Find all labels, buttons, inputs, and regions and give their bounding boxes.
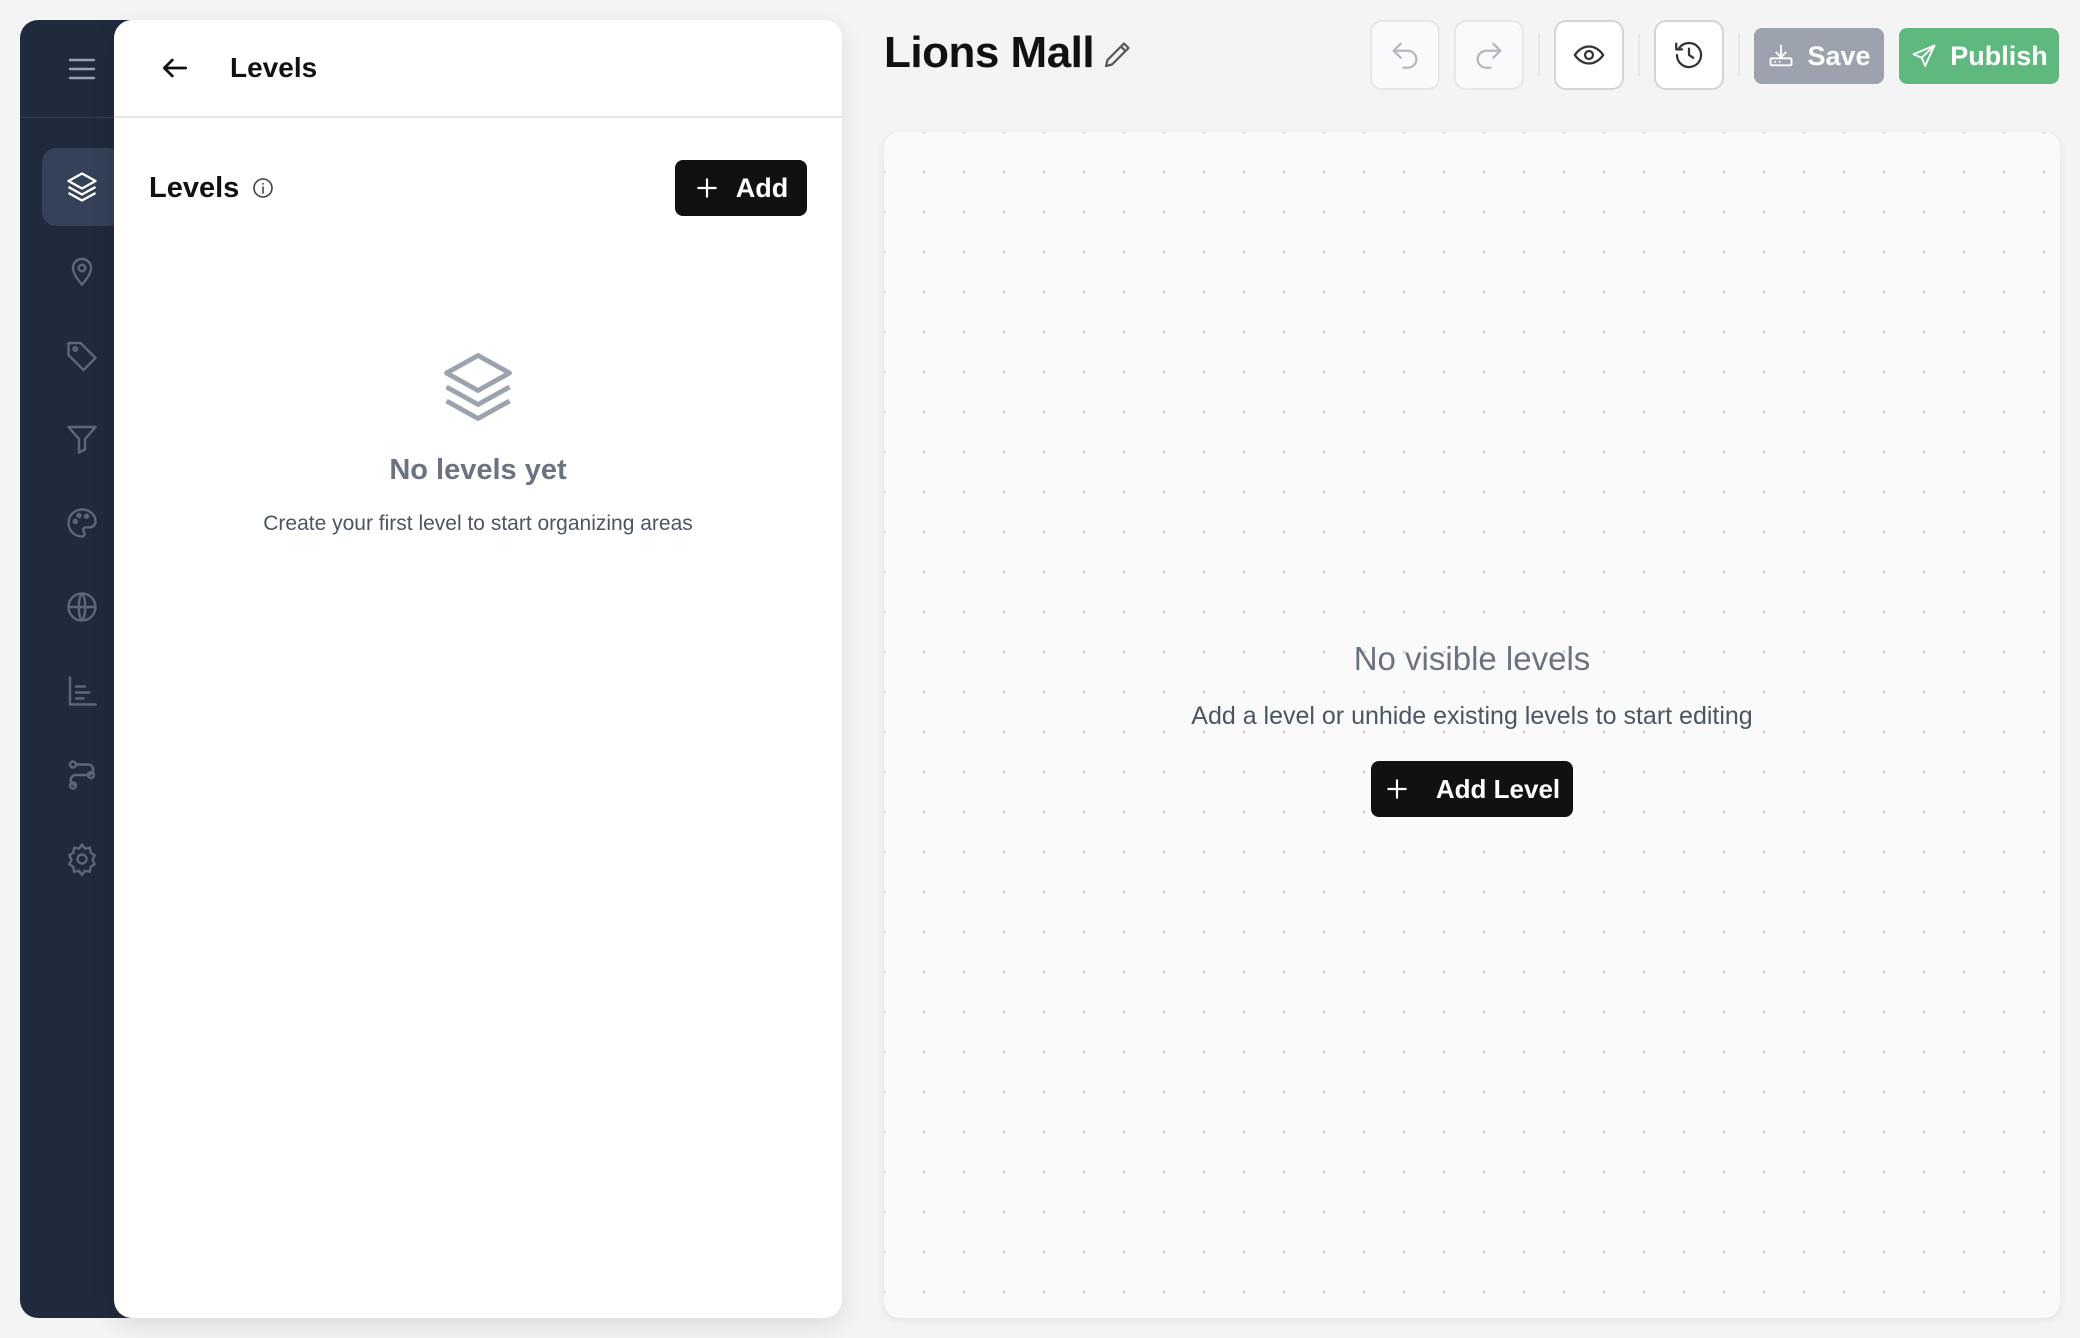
canvas-empty-title: No visible levels [1353, 640, 1591, 677]
redo-button[interactable] [1454, 20, 1524, 90]
add-level-button-label: Add Level [1435, 773, 1561, 804]
rail-item-settings[interactable] [42, 820, 122, 898]
menu-icon [68, 58, 96, 80]
rail-item-analytics[interactable] [42, 652, 122, 730]
map-pin-icon [71, 257, 93, 287]
add-button-label: Add [735, 172, 789, 203]
rail-item-theme[interactable] [42, 484, 122, 562]
info-icon[interactable] [251, 176, 275, 200]
plus-icon [697, 178, 717, 198]
chart-icon [68, 676, 97, 706]
preview-button[interactable] [1554, 20, 1624, 90]
filter-icon [67, 425, 97, 454]
rail-item-locations[interactable] [42, 232, 122, 310]
rail-item-levels[interactable] [42, 148, 122, 226]
redo-icon [1476, 42, 1502, 69]
map-canvas[interactable]: No visible levels Add a level or unhide … [884, 132, 2060, 1318]
publish-button-label: Publish [1950, 40, 2048, 71]
empty-state: No levels yet Create your first level to… [114, 345, 842, 539]
canvas-empty-description: Add a level or unhide existing levels to… [1191, 702, 1753, 730]
undo-button[interactable] [1370, 20, 1440, 90]
globe-icon [67, 592, 97, 622]
download-icon [1770, 44, 1793, 67]
back-button[interactable] [150, 43, 200, 93]
gear-icon [67, 842, 97, 877]
route-icon [68, 760, 96, 790]
arrow-left-icon [163, 58, 187, 78]
toolbar-divider [1738, 34, 1740, 76]
eye-icon [1573, 45, 1605, 65]
save-button[interactable]: Save [1754, 28, 1884, 84]
panel-title: Levels [230, 52, 318, 83]
add-level-panel-button[interactable]: Add [675, 160, 807, 216]
rail-item-routes[interactable] [42, 736, 122, 814]
rail-item-tags[interactable] [42, 316, 122, 394]
tag-icon [67, 341, 97, 372]
levels-section-header: Levels Add [149, 160, 807, 216]
toolbar-divider [1538, 34, 1540, 76]
layers-icon [444, 353, 512, 421]
section-label: Levels [149, 172, 275, 205]
pencil-icon[interactable] [1100, 36, 1136, 72]
undo-icon [1392, 42, 1418, 69]
page-title: Lions Mall [884, 28, 1095, 77]
menu-button[interactable] [42, 30, 122, 108]
toolbar-divider [1638, 34, 1640, 76]
rail-item-filters[interactable] [42, 400, 122, 478]
plus-icon [1387, 779, 1407, 799]
empty-state-title: No levels yet [389, 454, 567, 486]
palette-icon [67, 508, 97, 538]
section-label-text: Levels [149, 171, 240, 204]
canvas-empty-state: No visible levels Add a level or unhide … [884, 640, 2060, 817]
send-icon [1912, 44, 1936, 67]
panel-header: Levels [114, 20, 842, 118]
rail-item-languages[interactable] [42, 568, 122, 646]
history-icon [1675, 41, 1703, 69]
history-button[interactable] [1654, 20, 1724, 90]
publish-button[interactable]: Publish [1899, 28, 2059, 84]
add-level-button[interactable]: Add Level [1371, 761, 1573, 817]
save-button-label: Save [1807, 40, 1871, 71]
levels-panel: Levels Levels Add No levels yet Create y… [114, 20, 842, 1318]
layers-icon [67, 172, 97, 202]
empty-state-description: Create your first level to start organiz… [263, 512, 693, 535]
